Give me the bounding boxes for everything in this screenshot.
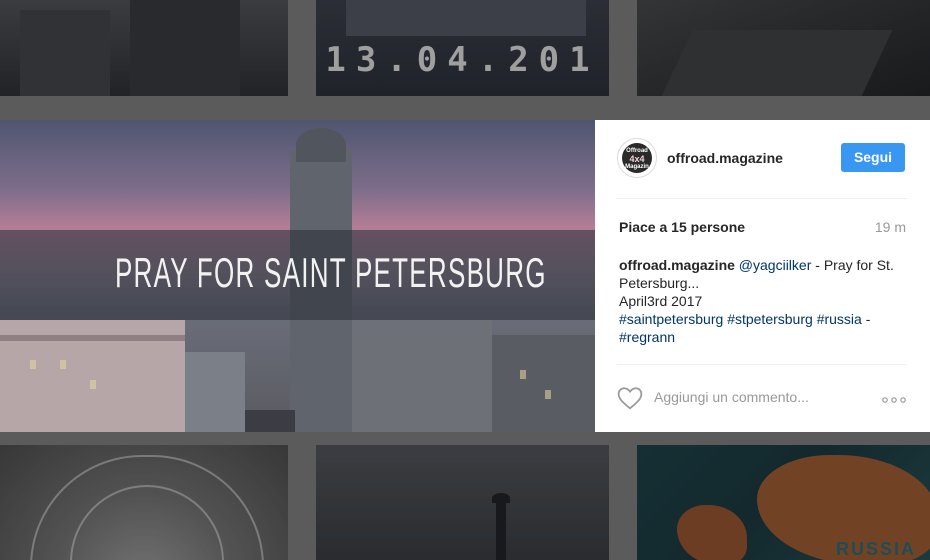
post-side-panel: Offroad 4x4 Magazin offroad.magazine Seg…	[595, 120, 930, 432]
post-timestamp[interactable]: 19 m	[875, 219, 906, 235]
likes-count[interactable]: Piace a 15 persone	[619, 219, 745, 235]
divider	[617, 364, 907, 365]
tower-dome	[296, 128, 346, 162]
building-shape	[185, 352, 245, 432]
building-shape	[0, 335, 185, 341]
grid-post-thumbnail[interactable]	[0, 445, 288, 560]
window-light	[60, 360, 66, 369]
caption-hashtag[interactable]: #russia	[817, 311, 862, 327]
caption-hashtag[interactable]: #stpetersburg	[727, 311, 813, 327]
caption-mention[interactable]: @yagciilker	[739, 257, 812, 273]
divider	[617, 198, 907, 199]
more-options-icon[interactable]	[881, 396, 907, 404]
caption-text: April3rd 2017	[619, 293, 703, 309]
window-light	[90, 380, 96, 389]
grid-post-thumbnail[interactable]	[637, 0, 930, 96]
avatar[interactable]: Offroad 4x4 Magazin	[617, 138, 657, 178]
post-modal: PRAY FOR SAINT PETERSBURG Offroad 4x4 Ma…	[0, 120, 930, 432]
comment-input[interactable]: Aggiungi un commento...	[654, 389, 809, 405]
window-light	[520, 370, 526, 379]
image-overlay-text: PRAY FOR SAINT PETERSBURG	[114, 249, 547, 296]
post-caption: offroad.magazine @yagciilker - Pray for …	[619, 256, 909, 346]
heart-icon[interactable]	[617, 386, 643, 410]
caption-hashtag[interactable]: #saintpetersburg	[619, 311, 723, 327]
post-image[interactable]: PRAY FOR SAINT PETERSBURG	[0, 120, 595, 432]
username-link[interactable]: offroad.magazine	[667, 150, 783, 166]
street-shape	[245, 410, 295, 432]
caption-dash: -	[861, 311, 871, 327]
follow-button[interactable]: Segui	[841, 143, 905, 172]
grid-post-thumbnail[interactable]	[316, 445, 609, 560]
grid-post-thumbnail[interactable]: 13.04.201	[316, 0, 609, 96]
avatar-text: 4x4	[629, 154, 645, 164]
building-shape	[492, 335, 595, 432]
window-light	[30, 360, 36, 369]
building-shape	[352, 320, 492, 432]
avatar-text: Magazin	[625, 164, 649, 170]
window-light	[545, 390, 551, 399]
grid-post-thumbnail[interactable]	[0, 0, 288, 96]
caption-hashtag[interactable]: #regrann	[619, 329, 675, 345]
grid-post-thumbnail[interactable]: RUSSIA	[637, 445, 930, 560]
caption-username[interactable]: offroad.magazine	[619, 257, 735, 273]
